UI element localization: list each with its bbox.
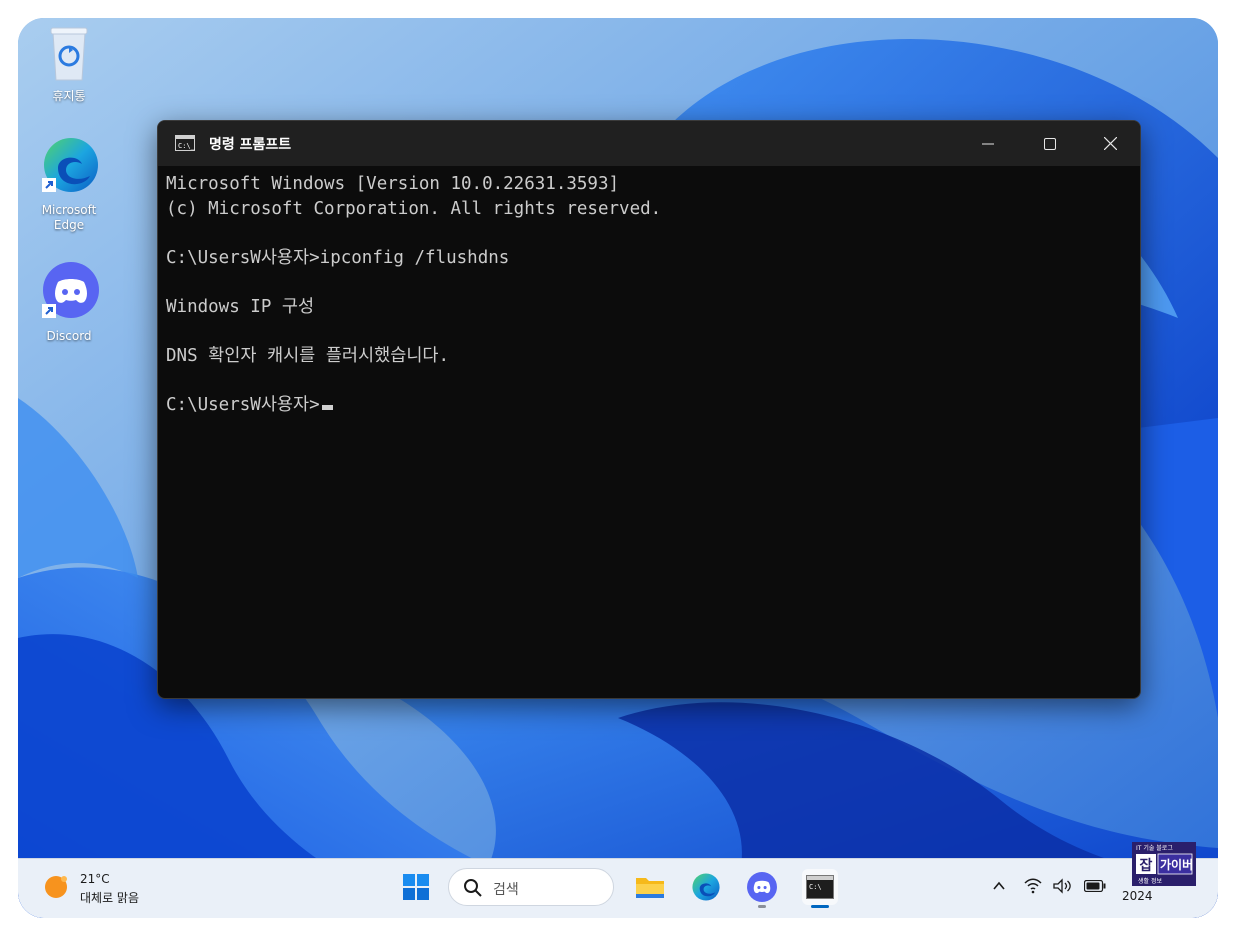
taskbar-discord[interactable] xyxy=(744,869,780,908)
cmd-app-icon: C:\_ xyxy=(175,135,195,151)
desktop-icon-discord[interactable]: Discord xyxy=(33,260,105,344)
brand-small-text: IT 기술 블로그 xyxy=(1136,845,1173,852)
desktop: 휴지통 Microsoft Edge Discord C:\_ 명령 프롬프트 … xyxy=(18,18,1218,918)
svg-text:잡: 잡 xyxy=(1140,857,1153,874)
command-prompt-window[interactable]: C:\_ 명령 프롬프트 Microsoft Windows [Version … xyxy=(157,120,1141,699)
console-line: C:\UsersW사용자>ipconfig /flushdns xyxy=(166,247,510,268)
console-line: (c) Microsoft Corporation. All rights re… xyxy=(166,198,662,219)
weather-desc: 대체로 맑음 xyxy=(80,891,140,905)
close-button[interactable] xyxy=(1080,121,1140,166)
clock-date: 2024 xyxy=(1122,889,1153,903)
text-cursor xyxy=(321,404,333,410)
title-bar[interactable]: C:\_ 명령 프롬프트 xyxy=(158,121,1140,166)
discord-icon xyxy=(42,262,99,318)
battery-icon[interactable] xyxy=(1084,880,1106,892)
taskbar-edge[interactable] xyxy=(688,869,724,905)
desktop-icon-label: Discord xyxy=(46,329,92,343)
folder-icon xyxy=(636,878,664,898)
start-button[interactable] xyxy=(398,869,434,905)
minimize-icon xyxy=(982,143,994,144)
desktop-icon-edge[interactable]: Microsoft Edge xyxy=(33,134,105,233)
recycle-bin-icon xyxy=(50,27,88,81)
svg-text:C:\_: C:\_ xyxy=(178,142,195,150)
edge-icon xyxy=(42,138,98,192)
wifi-icon[interactable] xyxy=(1024,878,1042,894)
maximize-button[interactable] xyxy=(1020,121,1080,166)
taskbar: 21°C 대체로 맑음 검색 C:\ 2024 xyxy=(18,858,1218,918)
taskbar-command-prompt[interactable]: C:\ xyxy=(802,869,838,908)
window-title: 명령 프롬프트 xyxy=(209,137,292,153)
minimize-button[interactable] xyxy=(958,121,1018,166)
volume-icon[interactable] xyxy=(1052,878,1072,894)
console-output[interactable]: Microsoft Windows [Version 10.0.22631.35… xyxy=(166,172,661,417)
edge-icon xyxy=(692,873,720,901)
taskbar-file-explorer[interactable] xyxy=(632,869,668,905)
console-prompt-line[interactable]: C:\UsersW사용자> xyxy=(166,393,661,418)
console-line: Windows IP 구성 xyxy=(166,296,315,317)
sun-icon xyxy=(45,876,67,898)
maximize-icon xyxy=(1044,137,1056,150)
chevron-up-icon[interactable] xyxy=(992,879,1006,893)
console-line: DNS 확인자 캐시를 플러시했습니다. xyxy=(166,345,450,366)
running-indicator xyxy=(758,905,766,908)
cmd-app-icon: C:\ xyxy=(806,875,834,899)
search-icon xyxy=(464,879,482,897)
brand-watermark: 잡 IT 기술 블로그 가이버 생활 정보 xyxy=(1132,842,1196,886)
desktop-icon-label: Microsoft Edge xyxy=(41,203,97,232)
console-prompt: C:\UsersW사용자> xyxy=(166,394,320,415)
svg-text:C:\: C:\ xyxy=(809,883,822,891)
windows-logo-icon xyxy=(403,874,429,900)
brand-sub-text: 생활 정보 xyxy=(1138,878,1162,885)
brand-main-text: 가이버 xyxy=(1160,858,1194,872)
console-line: Microsoft Windows [Version 10.0.22631.35… xyxy=(166,174,620,194)
desktop-icon-recycle-bin[interactable]: 휴지통 xyxy=(33,26,105,104)
taskbar-search[interactable]: 검색 xyxy=(448,868,614,906)
close-icon xyxy=(1103,137,1117,150)
desktop-icon-label: 휴지통 xyxy=(52,89,86,103)
weather-temp: 21°C xyxy=(80,872,110,886)
search-placeholder: 검색 xyxy=(493,882,519,898)
active-indicator xyxy=(811,905,829,908)
discord-icon xyxy=(747,872,777,902)
